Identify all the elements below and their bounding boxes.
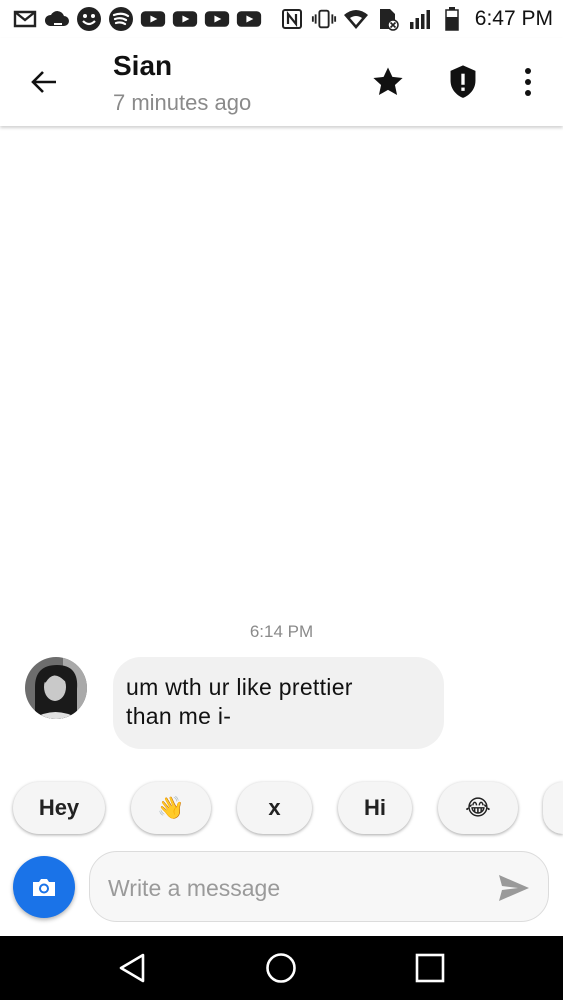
- send-icon: [499, 875, 529, 901]
- conversation-title: Sian: [113, 50, 173, 81]
- send-button[interactable]: [496, 870, 532, 906]
- quick-reply-chip[interactable]: 👋: [131, 782, 211, 834]
- shield-alert-icon: [450, 65, 476, 98]
- smiley-icon: [76, 6, 102, 32]
- wifi-icon: [343, 6, 369, 32]
- camera-button[interactable]: [13, 856, 75, 918]
- signal-icon: [407, 6, 433, 32]
- favorite-button[interactable]: [366, 60, 410, 104]
- system-icons: 6:47 PM: [279, 0, 553, 38]
- youtube-icon: [140, 6, 166, 32]
- gmail-icon: [12, 6, 38, 32]
- message-composer[interactable]: [89, 851, 549, 922]
- app-bar: Sian 7 minutes ago: [0, 38, 563, 126]
- quick-reply-chip-overflow[interactable]: [543, 782, 563, 834]
- notification-icons: [0, 6, 262, 32]
- battery-icon: [439, 6, 465, 32]
- quick-reply-chip[interactable]: 😂: [438, 782, 518, 834]
- star-icon: [373, 67, 403, 96]
- nav-recents-button[interactable]: [408, 946, 452, 990]
- message-input[interactable]: [106, 870, 490, 906]
- back-arrow-icon: [31, 71, 56, 93]
- nav-home-button[interactable]: [259, 946, 303, 990]
- youtube-icon: [204, 6, 230, 32]
- more-options-button[interactable]: [506, 60, 550, 104]
- message-timestamp: 6:14 PM: [249, 622, 314, 641]
- incoming-message-bubble[interactable]: um wth ur like prettier than me i-: [113, 657, 444, 749]
- camera-icon: [33, 879, 55, 896]
- avatar[interactable]: [25, 657, 87, 719]
- quick-reply-chip[interactable]: Hey: [13, 782, 105, 834]
- quick-reply-chip[interactable]: Hi: [338, 782, 412, 834]
- home-circle-icon: [266, 953, 296, 983]
- vibrate-icon: [311, 6, 337, 32]
- back-button[interactable]: [22, 60, 66, 104]
- more-vert-icon: [525, 68, 531, 96]
- nfc-icon: [279, 6, 305, 32]
- system-nav-bar: [0, 936, 563, 1000]
- spotify-icon: [108, 6, 134, 32]
- back-triangle-icon: [119, 953, 145, 983]
- nav-back-button[interactable]: [110, 946, 154, 990]
- message-text-line: um wth ur like prettier: [126, 674, 353, 700]
- youtube-icon: [172, 6, 198, 32]
- recents-square-icon: [415, 953, 445, 983]
- youtube-icon: [236, 6, 262, 32]
- message-text-line: than me i-: [126, 703, 232, 729]
- clock: 6:47 PM: [474, 7, 553, 30]
- last-active-status: 7 minutes ago: [113, 90, 252, 115]
- quick-reply-chip[interactable]: x: [237, 782, 312, 834]
- safety-button[interactable]: [441, 60, 485, 104]
- cloud-icon: [44, 6, 70, 32]
- no-sim-icon: [375, 6, 401, 32]
- status-bar: 6:47 PM: [0, 0, 563, 38]
